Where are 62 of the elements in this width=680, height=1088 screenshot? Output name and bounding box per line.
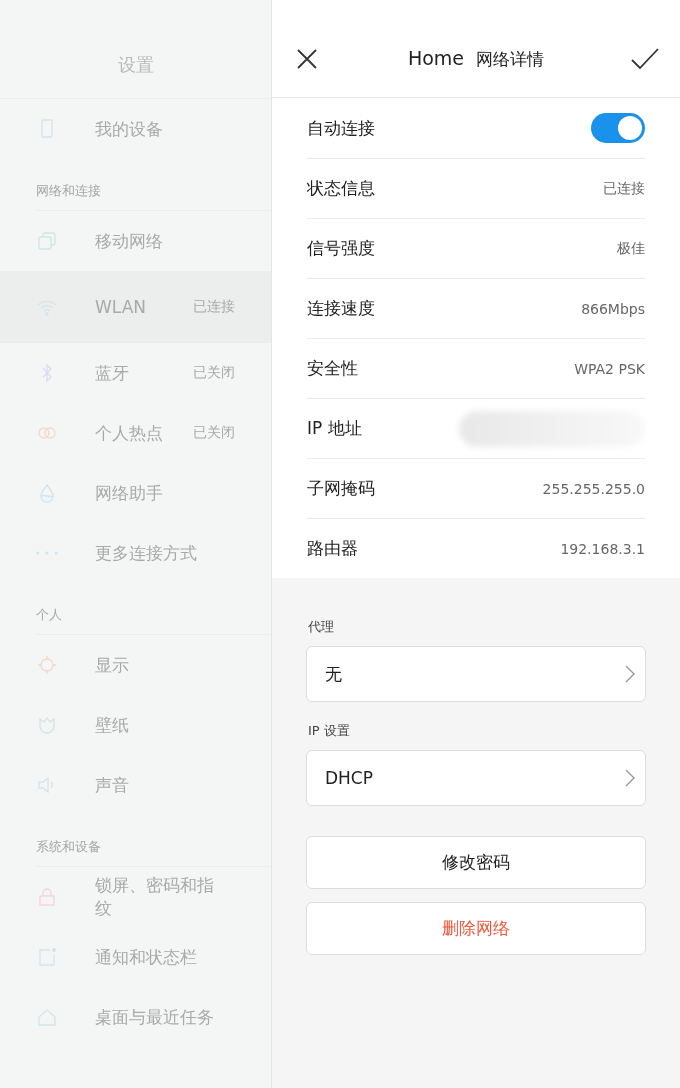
item-label: 显示 (95, 653, 129, 677)
item-label: 通知和状态栏 (95, 945, 197, 969)
item-label: 蓝牙 (95, 361, 129, 385)
item-label: 声音 (95, 773, 129, 797)
chevron-icon (625, 769, 635, 787)
row-label: 安全性 (307, 357, 358, 380)
network-name: Home (407, 46, 465, 69)
field-label: 代理 (308, 618, 335, 636)
row-label: 信号强度 (307, 237, 375, 260)
sun-icon (36, 654, 58, 676)
row-label: 状态信息 (307, 177, 375, 200)
row-value: 已连接 (603, 179, 645, 198)
page-title: 网络详情 (476, 47, 545, 71)
item-label: 壁纸 (95, 713, 129, 737)
sidebar-item[interactable]: 移动网络 (0, 211, 271, 271)
sidebar-item[interactable]: 壁纸 (0, 695, 271, 755)
item-label: 锁屏、密码和指纹 (95, 874, 215, 920)
select-field[interactable]: 无 (306, 646, 646, 702)
sidebar-item[interactable]: 锁屏、密码和指纹 (0, 867, 271, 927)
chevron-icon (625, 665, 635, 683)
toggle-switch[interactable] (591, 113, 645, 143)
item-label: 更多连接方式 (95, 541, 197, 565)
select-field[interactable]: DHCP (306, 750, 646, 806)
sidebar-item[interactable]: 更多连接方式 (0, 523, 271, 583)
item-label: 个人热点 (95, 421, 163, 445)
sidebar-item[interactable]: 我的设备 (0, 99, 271, 159)
sidebar-item[interactable]: 网络助手 (0, 463, 271, 523)
copy-icon (36, 230, 58, 252)
section-heading: 网络和连接 (36, 163, 271, 211)
item-status: 已连接 (193, 298, 235, 316)
sidebar-item[interactable]: 蓝牙 已关闭 (0, 343, 271, 403)
item-label: 我的设备 (95, 117, 163, 141)
row-label: 自动连接 (307, 116, 375, 140)
row-value: 极佳 (617, 239, 645, 258)
action-button[interactable]: 修改密码 (306, 836, 646, 889)
item-status: 已关闭 (193, 364, 235, 382)
sidebar-item[interactable]: 显示 (0, 635, 271, 695)
row-value: 866Mbps (581, 300, 645, 317)
item-label: 网络助手 (95, 481, 163, 505)
row-label: IP 地址 (307, 417, 362, 440)
item-label: 移动网络 (95, 229, 163, 253)
row-label: 连接速度 (307, 297, 375, 320)
delete-button[interactable]: 删除网络 (306, 902, 646, 955)
sidebar-item[interactable]: 个人热点 已关闭 (0, 403, 271, 463)
sidebar-item[interactable]: WLAN 已连接 (0, 271, 271, 343)
lock-icon (36, 886, 58, 908)
section-heading: 个人 (36, 587, 271, 635)
section-heading: 系统和设备 (36, 819, 271, 867)
notification-icon (36, 946, 58, 968)
item-label: 桌面与最近任务 (95, 1005, 214, 1029)
row-value: 192.168.3.1 (560, 540, 645, 557)
row-label: 子网掩码 (307, 477, 375, 500)
sidebar-title: 设置 (117, 53, 154, 77)
row-value: WPA2 PSK (574, 360, 645, 377)
item-status: 已关闭 (193, 424, 235, 442)
sidebar-item[interactable]: 通知和状态栏 (0, 927, 271, 987)
sidebar-item[interactable]: 声音 (0, 755, 271, 815)
sidebar-item[interactable]: 桌面与最近任务 (0, 987, 271, 1047)
field-label: IP 设置 (308, 722, 351, 740)
row-label: 路由器 (307, 537, 358, 560)
item-label: WLAN (95, 295, 147, 319)
row-value: 255.255.255.0 (542, 480, 645, 497)
